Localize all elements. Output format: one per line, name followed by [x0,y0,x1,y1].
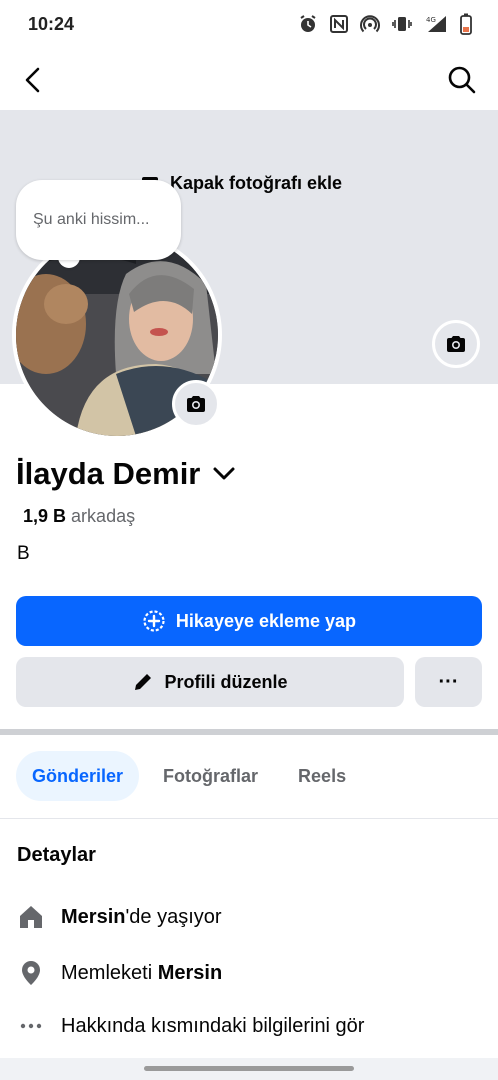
note-bubble[interactable]: Şu anki hissim... [16,180,181,260]
more-dots-icon [17,1012,45,1040]
tab-posts[interactable]: Gönderiler [16,751,140,801]
add-to-story-button[interactable]: Hikayeye ekleme yap [16,596,482,646]
status-icons: 4G [298,13,472,35]
camera-icon [447,336,465,352]
detail-about-link[interactable]: Hakkında kısmındaki bilgilerini gör [17,1012,364,1040]
more-options-button[interactable]: ··· [415,657,482,707]
about-link-text: Hakkında kısmındaki bilgilerini gör [61,1014,365,1037]
details-title: Detaylar [17,844,96,866]
chevron-left-icon [25,67,40,93]
profile-camera-button[interactable] [172,380,220,428]
note-placeholder: Şu anki hissim... [33,211,150,228]
lives-in-city: Mersin [61,905,126,928]
pencil-icon [135,674,152,690]
cover-camera-button[interactable] [432,320,480,368]
profile-name-row[interactable]: İlayda Demir [16,456,236,492]
signal-4g-icon: 4G [426,16,446,32]
more-options-label: ··· [438,670,459,693]
vibrate-icon [392,17,412,31]
search-icon [448,66,476,94]
edit-profile-button[interactable]: Profili düzenle [16,657,404,707]
chevron-down-icon[interactable] [212,462,236,486]
friends-count[interactable]: 1,9 B arkadaş [23,506,135,527]
profile-picture-wrapper [12,230,232,440]
hometown-prefix: Memleketi [61,961,158,984]
tabs-divider [0,818,498,819]
svg-text:4G: 4G [426,16,436,24]
detail-lives-in: Mersin'de yaşıyor [17,903,222,931]
camera-icon [187,396,205,412]
back-button[interactable] [18,64,50,96]
profile-bio: B [17,543,30,564]
home-indicator[interactable] [144,1066,354,1071]
tab-photos[interactable]: Fotoğraflar [147,751,274,801]
profile-name: İlayda Demir [16,456,201,491]
hometown-city: Mersin [157,961,223,984]
nfc-icon [330,15,348,33]
tab-reels[interactable]: Reels [282,751,362,801]
home-icon [17,903,45,931]
edit-profile-label: Profili düzenle [164,671,288,692]
add-to-story-label: Hikayeye ekleme yap [175,610,357,631]
profile-tabs: Gönderiler Fotoğraflar Reels [16,751,362,801]
status-bar: 10:24 4G [0,0,498,50]
section-divider [0,729,498,735]
battery-icon [460,13,472,35]
hometown-text: Memleketi Mersin [61,962,222,985]
friends-label: arkadaş [71,506,136,526]
alarm-icon [300,15,316,32]
search-button[interactable] [446,64,478,96]
lives-in-text: Mersin'de yaşıyor [61,906,222,929]
location-pin-icon [17,959,45,987]
top-bar [0,50,498,110]
detail-hometown: Memleketi Mersin [17,959,222,987]
friends-number: 1,9 B [23,506,67,526]
hotspot-icon [360,15,380,33]
lives-in-suffix: 'de yaşıyor [125,905,222,928]
plus-circle-icon [143,610,165,632]
add-cover-photo-label: Kapak fotoğrafı ekle [170,172,343,193]
status-time: 10:24 [28,14,75,34]
